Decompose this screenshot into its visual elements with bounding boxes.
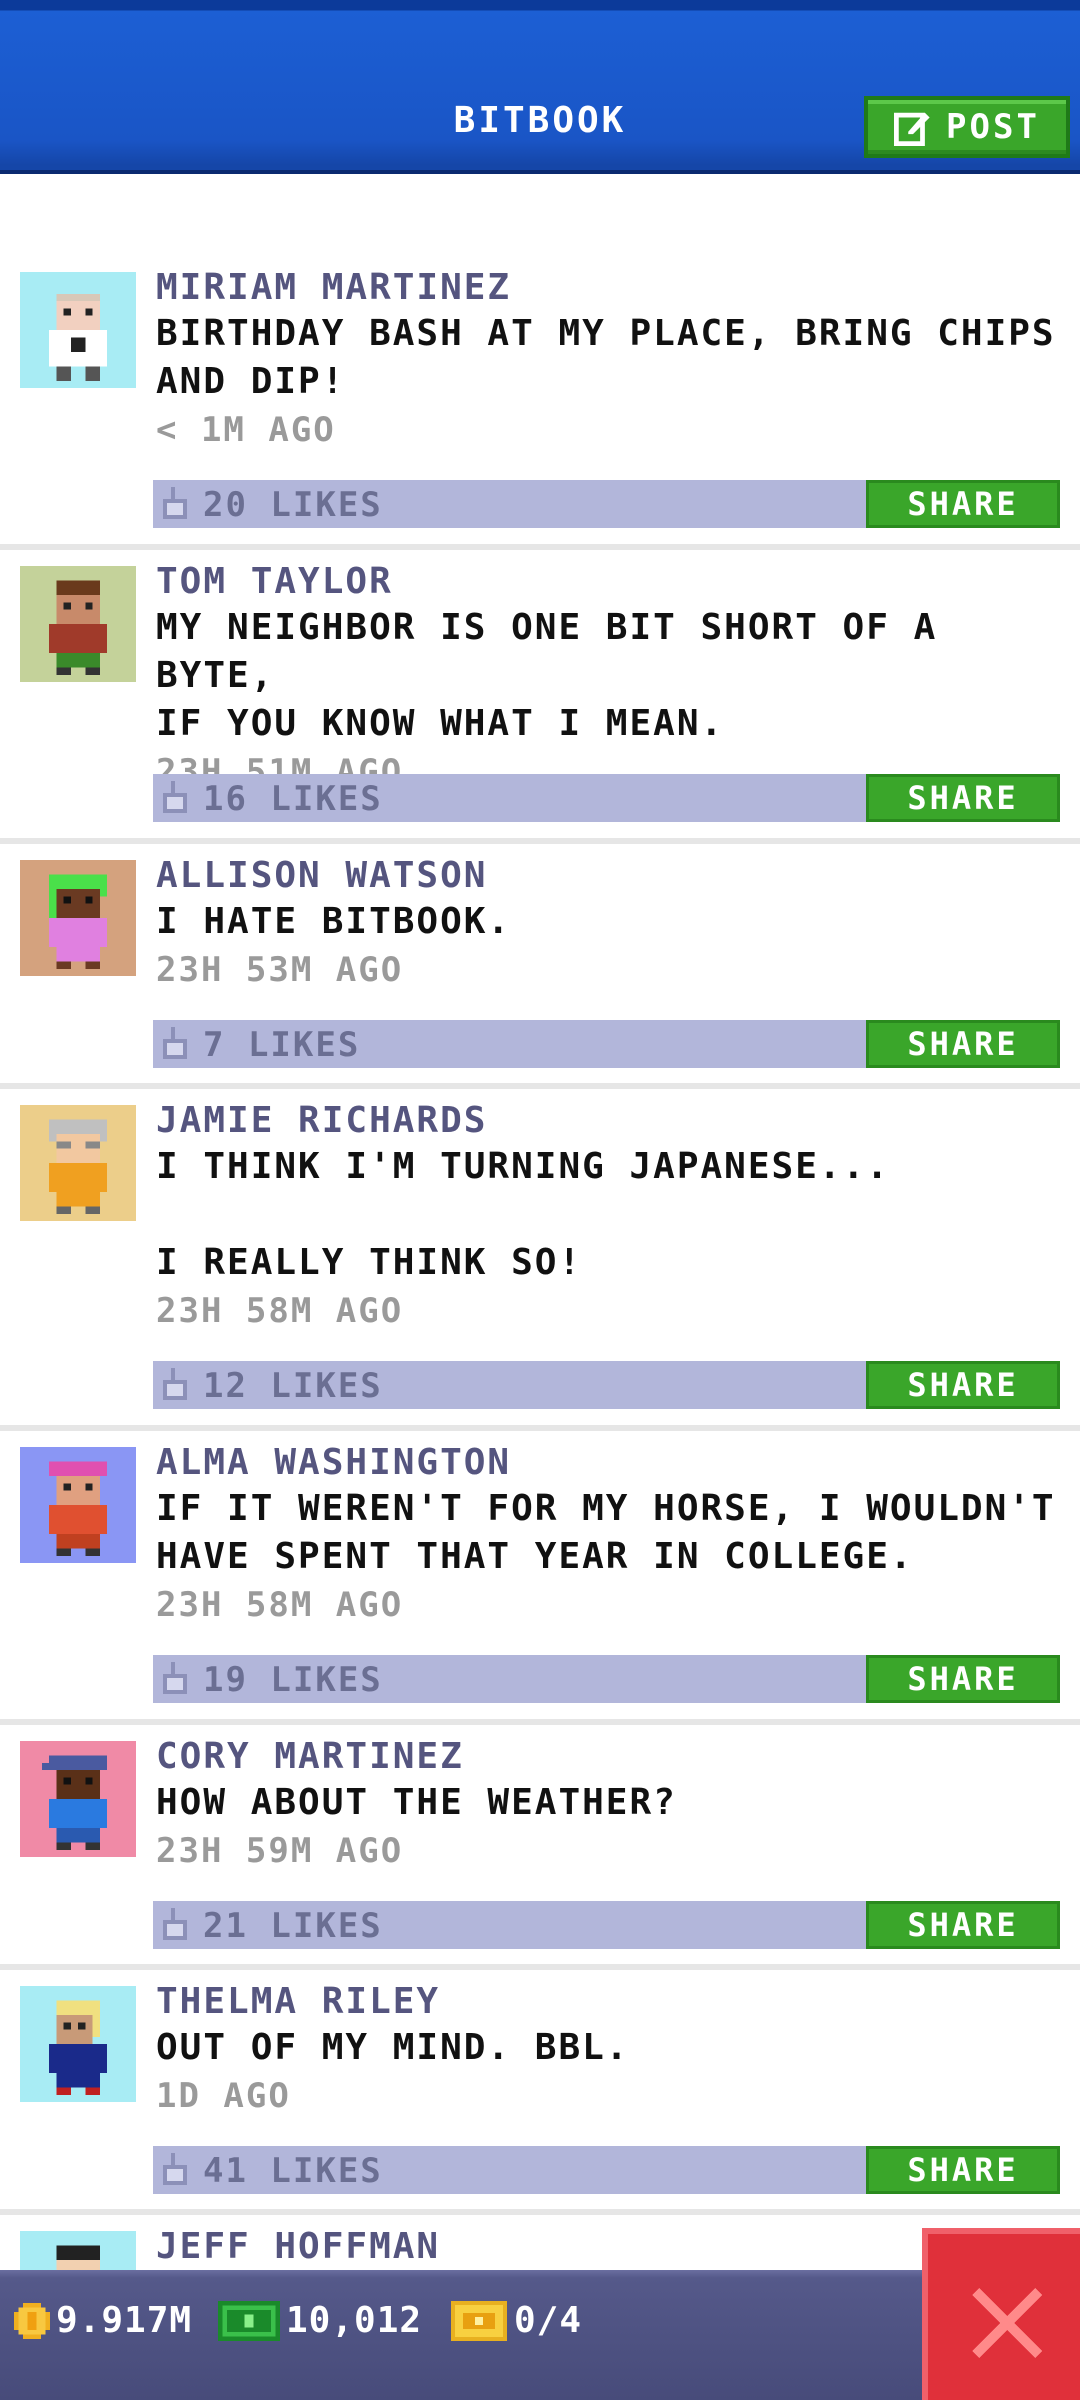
- feed-post: ALMA WASHINGTON IF IT WEREN'T FOR MY HOR…: [0, 1431, 1080, 1725]
- share-button[interactable]: SHARE: [866, 1901, 1060, 1949]
- share-button[interactable]: SHARE: [866, 774, 1060, 822]
- thumbs-up-icon[interactable]: [163, 780, 187, 814]
- post-text: MY NEIGHBOR IS ONE BIT SHORT OF A BYTE, …: [156, 607, 938, 744]
- like-bar: 41 LIKES SHARE: [153, 2146, 1060, 2194]
- post-text: I HATE BITBOOK.: [156, 901, 512, 942]
- close-icon: [972, 2288, 1042, 2358]
- like-count: 41 LIKES: [203, 2151, 383, 2191]
- bux-value: 10,012: [286, 2300, 423, 2341]
- like-bar: 21 LIKES SHARE: [153, 1901, 1060, 1949]
- edit-icon: [894, 112, 930, 146]
- avatar[interactable]: [20, 272, 136, 388]
- avatar[interactable]: [20, 1447, 136, 1563]
- feed-post: ALLISON WATSON I HATE BITBOOK. 23H 53M A…: [0, 844, 1080, 1089]
- post-text: I THINK I'M TURNING JAPANESE... I REALLY…: [156, 1146, 890, 1283]
- post-author[interactable]: JAMIE RICHARDS: [156, 1099, 1060, 1143]
- app-header: BITBOOK POST: [0, 0, 1080, 174]
- coins-stat: 9.917M: [14, 2300, 192, 2341]
- post-author[interactable]: THELMA RILEY: [156, 1980, 1060, 2024]
- currency-bar: 9.917M 10,012 0/4: [0, 2270, 1080, 2400]
- like-bar: 16 LIKES SHARE: [153, 774, 1060, 822]
- like-bar: 20 LIKES SHARE: [153, 480, 1060, 528]
- bux-icon: [218, 2300, 280, 2341]
- share-button[interactable]: SHARE: [866, 1361, 1060, 1409]
- post-time: 23H 58M AGO: [156, 1585, 404, 1625]
- post-author[interactable]: CORY MARTINEZ: [156, 1735, 1060, 1779]
- feed-post: TOM TAYLOR MY NEIGHBOR IS ONE BIT SHORT …: [0, 550, 1080, 844]
- post-button[interactable]: POST: [864, 96, 1070, 158]
- like-count: 16 LIKES: [203, 779, 383, 819]
- thumbs-up-icon[interactable]: [163, 1907, 187, 1941]
- post-author[interactable]: MIRIAM MARTINEZ: [156, 266, 1060, 310]
- news-feed[interactable]: MIRIAM MARTINEZ BIRTHDAY BASH AT MY PLAC…: [0, 256, 1080, 2347]
- like-count: 7 LIKES: [203, 1025, 361, 1065]
- like-count: 20 LIKES: [203, 485, 383, 525]
- feed-post: MIRIAM MARTINEZ BIRTHDAY BASH AT MY PLAC…: [0, 256, 1080, 550]
- post-time: 23H 53M AGO: [156, 950, 404, 990]
- post-time: < 1M AGO: [156, 410, 336, 450]
- feed-post: CORY MARTINEZ HOW ABOUT THE WEATHER? 23H…: [0, 1725, 1080, 1970]
- post-text: IF IT WEREN'T FOR MY HORSE, I WOULDN'T H…: [156, 1488, 1056, 1577]
- like-count: 12 LIKES: [203, 1366, 383, 1406]
- tickets-value: 0/4: [514, 2300, 583, 2341]
- feed-post: JAMIE RICHARDS I THINK I'M TURNING JAPAN…: [0, 1089, 1080, 1431]
- like-count: 19 LIKES: [203, 1660, 383, 1700]
- post-time: 23H 59M AGO: [156, 1831, 404, 1871]
- coin-icon: [14, 2302, 50, 2339]
- avatar[interactable]: [20, 1741, 136, 1857]
- like-bar: 12 LIKES SHARE: [153, 1361, 1060, 1409]
- thumbs-up-icon[interactable]: [163, 1026, 187, 1060]
- ticket-icon: [451, 2300, 507, 2341]
- avatar[interactable]: [20, 1105, 136, 1221]
- like-bar: 19 LIKES SHARE: [153, 1655, 1060, 1703]
- post-author[interactable]: TOM TAYLOR: [156, 560, 1060, 604]
- tickets-stat: 0/4: [450, 2300, 582, 2341]
- bux-stat: 10,012: [218, 2300, 422, 2341]
- post-time: 1D AGO: [156, 2076, 291, 2116]
- avatar[interactable]: [20, 1986, 136, 2102]
- post-time: 23H 58M AGO: [156, 1291, 404, 1331]
- thumbs-up-icon[interactable]: [163, 1367, 187, 1401]
- post-button-label: POST: [946, 107, 1040, 147]
- coins-value: 9.917M: [56, 2300, 193, 2341]
- feed-post: THELMA RILEY OUT OF MY MIND. BBL. 1D AGO…: [0, 1970, 1080, 2215]
- share-button[interactable]: SHARE: [866, 480, 1060, 528]
- post-author[interactable]: ALLISON WATSON: [156, 854, 1060, 898]
- share-button[interactable]: SHARE: [866, 1020, 1060, 1068]
- close-button[interactable]: [922, 2228, 1080, 2400]
- post-text: OUT OF MY MIND. BBL.: [156, 2027, 630, 2068]
- share-button[interactable]: SHARE: [866, 2146, 1060, 2194]
- thumbs-up-icon[interactable]: [163, 1661, 187, 1695]
- thumbs-up-icon[interactable]: [163, 486, 187, 520]
- post-text: HOW ABOUT THE WEATHER?: [156, 1782, 677, 1823]
- like-count: 21 LIKES: [203, 1906, 383, 1946]
- avatar[interactable]: [20, 860, 136, 976]
- post-text: BIRTHDAY BASH AT MY PLACE, BRING CHIPS A…: [156, 313, 1056, 402]
- avatar[interactable]: [20, 566, 136, 682]
- post-author[interactable]: ALMA WASHINGTON: [156, 1441, 1060, 1485]
- share-button[interactable]: SHARE: [866, 1655, 1060, 1703]
- like-bar: 7 LIKES SHARE: [153, 1020, 1060, 1068]
- thumbs-up-icon[interactable]: [163, 2152, 187, 2186]
